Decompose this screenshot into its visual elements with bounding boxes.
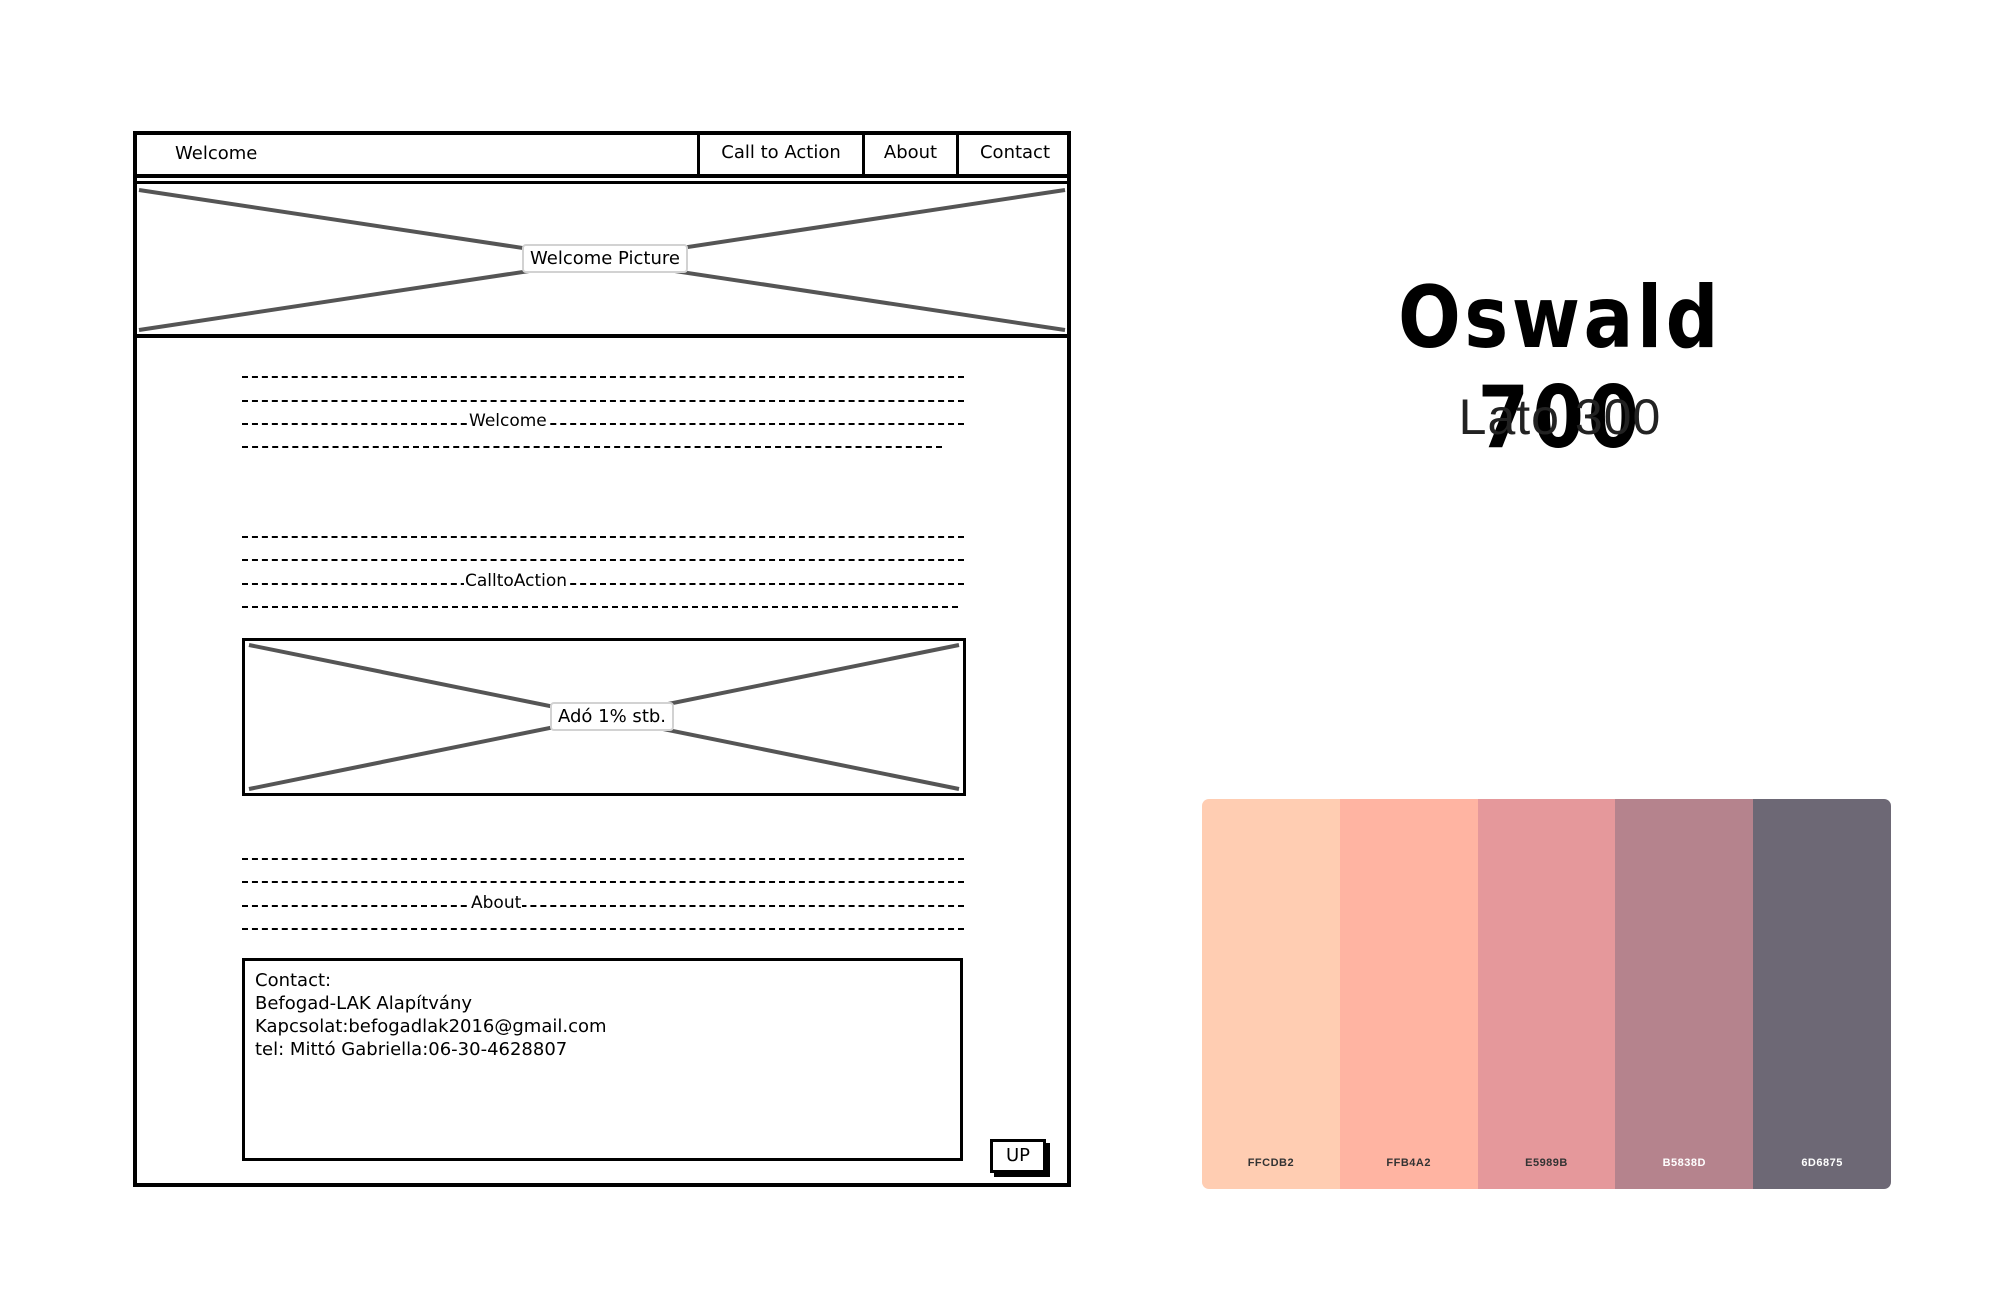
palette-swatch-e5989b: E5989B bbox=[1477, 799, 1616, 1189]
text-placeholder-line bbox=[242, 858, 964, 860]
palette-swatch-6d6875: 6D6875 bbox=[1753, 799, 1891, 1189]
contact-heading: Contact: bbox=[255, 970, 332, 991]
text-placeholder-line bbox=[242, 400, 964, 402]
contact-organization: Befogad-LAK Alapítvány bbox=[255, 993, 473, 1014]
swatch-hex-label: B5838D bbox=[1662, 1157, 1706, 1169]
cta-image-label: Adó 1% stb. bbox=[550, 702, 675, 731]
text-placeholder-line bbox=[242, 905, 964, 907]
contact-phone: tel: Mittó Gabriella:06-30-4628807 bbox=[255, 1039, 568, 1060]
palette-swatch-ffb4a2: FFB4A2 bbox=[1339, 799, 1478, 1189]
text-placeholder-line bbox=[242, 446, 942, 448]
color-palette: FFCDB2 FFB4A2 E5989B B5838D 6D6875 bbox=[1202, 799, 1891, 1189]
nav-item-call-to-action[interactable]: Call to Action bbox=[697, 131, 862, 176]
text-placeholder-line bbox=[242, 559, 964, 561]
text-placeholder-line bbox=[242, 606, 958, 608]
hero-image-label: Welcome Picture bbox=[522, 244, 688, 273]
palette-swatch-b5838d: B5838D bbox=[1615, 799, 1754, 1189]
section-welcome-label: Welcome bbox=[468, 411, 548, 431]
nav-item-contact[interactable]: Contact bbox=[956, 131, 1071, 176]
text-placeholder-line bbox=[242, 583, 964, 585]
swatch-hex-label: FFB4A2 bbox=[1386, 1157, 1431, 1169]
text-placeholder-line bbox=[242, 423, 964, 425]
text-placeholder-line bbox=[242, 536, 964, 538]
scroll-up-button[interactable]: UP bbox=[990, 1139, 1046, 1173]
swatch-hex-label: FFCDB2 bbox=[1247, 1157, 1295, 1169]
swatch-hex-label: E5989B bbox=[1525, 1157, 1568, 1169]
text-placeholder-line bbox=[242, 928, 964, 930]
nav-brand[interactable]: Welcome bbox=[175, 131, 257, 176]
contact-email[interactable]: Kapcsolat:befogadlak2016@gmail.com bbox=[255, 1015, 950, 1038]
section-about-label: About bbox=[470, 893, 523, 913]
nav-item-about[interactable]: About bbox=[862, 131, 956, 176]
text-placeholder-line bbox=[242, 881, 964, 883]
section-cta-label: CalltoAction bbox=[464, 571, 569, 591]
palette-swatch-ffcdb2: FFCDB2 bbox=[1202, 799, 1340, 1189]
text-placeholder-line bbox=[242, 376, 964, 378]
contact-box: Contact: Befogad-LAK Alapítvány Kapcsola… bbox=[242, 958, 963, 1161]
body-font-sample: Lato 300 bbox=[1458, 389, 1662, 445]
swatch-hex-label: 6D6875 bbox=[1801, 1157, 1843, 1169]
